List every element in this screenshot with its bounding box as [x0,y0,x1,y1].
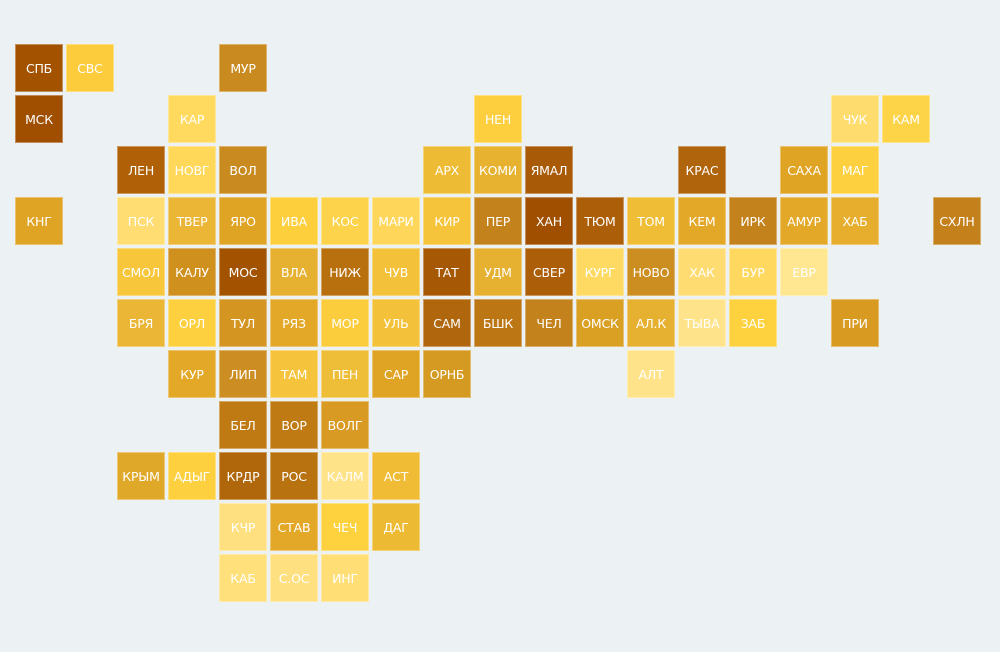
region-tile[interactable]: КРЫМ [117,452,165,500]
russia-tile-map: СПБ СВС МУР МСК КАР НЕН ЧУК КАМ ЛЕН НОВГ ВОЛ АРХ КОМ… [0,0,1000,652]
region-tile[interactable]: КОМИ [474,146,522,194]
region-tile[interactable]: СХЛН [933,197,981,245]
region-tile[interactable]: КНГ [15,197,63,245]
region-tile[interactable]: МОР [321,299,369,347]
region-tile[interactable]: КАЛУ [168,248,216,296]
region-tile[interactable]: МАРИ [372,197,420,245]
region-tile[interactable]: БРЯ [117,299,165,347]
region-tile[interactable]: САМ [423,299,471,347]
region-tile[interactable]: МУР [219,44,267,92]
region-tile[interactable]: ВЛА [270,248,318,296]
region-tile[interactable]: КИР [423,197,471,245]
region-tile[interactable]: АРХ [423,146,471,194]
region-tile[interactable]: ХАБ [831,197,879,245]
region-tile[interactable]: КУР [168,350,216,398]
region-tile[interactable]: ЛЕН [117,146,165,194]
region-tile[interactable]: ОМСК [576,299,624,347]
region-tile[interactable]: ИНГ [321,554,369,602]
region-tile[interactable]: ТОМ [627,197,675,245]
region-tile[interactable]: САХА [780,146,828,194]
region-tile[interactable]: НОВГ [168,146,216,194]
region-tile[interactable]: ЧУК [831,95,879,143]
region-tile[interactable]: ДАГ [372,503,420,551]
region-tile[interactable]: КАР [168,95,216,143]
region-tile[interactable]: ОРНБ [423,350,471,398]
region-tile[interactable]: АДЫГ [168,452,216,500]
region-tile[interactable]: ИРК [729,197,777,245]
region-tile[interactable]: РЯЗ [270,299,318,347]
region-tile[interactable]: ИВА [270,197,318,245]
region-tile[interactable]: СВС [66,44,114,92]
region-tile[interactable]: КЧР [219,503,267,551]
region-tile[interactable]: КАБ [219,554,267,602]
region-tile[interactable]: БШК [474,299,522,347]
region-tile[interactable]: ТАТ [423,248,471,296]
region-tile[interactable]: ВОЛ [219,146,267,194]
region-tile[interactable]: МСК [15,95,63,143]
region-tile[interactable]: С.ОС [270,554,318,602]
region-tile[interactable]: ТЮМ [576,197,624,245]
region-tile[interactable]: ПЕН [321,350,369,398]
region-tile[interactable]: ВОР [270,401,318,449]
region-tile[interactable]: ХАН [525,197,573,245]
region-tile[interactable]: ЛИП [219,350,267,398]
region-tile[interactable]: МОС [219,248,267,296]
region-tile[interactable]: ВОЛГ [321,401,369,449]
region-tile[interactable]: КАЛМ [321,452,369,500]
region-tile[interactable]: НИЖ [321,248,369,296]
region-tile[interactable]: КРДР [219,452,267,500]
region-tile[interactable]: ТАМ [270,350,318,398]
region-tile[interactable]: ЕВР [780,248,828,296]
region-tile[interactable]: СВЕР [525,248,573,296]
region-tile[interactable]: ТВЕР [168,197,216,245]
region-tile[interactable]: ЯМАЛ [525,146,573,194]
region-tile[interactable]: САР [372,350,420,398]
region-tile[interactable]: ОРЛ [168,299,216,347]
region-tile[interactable]: УДМ [474,248,522,296]
region-tile[interactable]: АЛТ [627,350,675,398]
region-tile[interactable]: АЛ.К [627,299,675,347]
region-tile[interactable]: АМУР [780,197,828,245]
region-tile[interactable]: УЛЬ [372,299,420,347]
region-tile[interactable]: СПБ [15,44,63,92]
region-tile[interactable]: ЧУВ [372,248,420,296]
region-tile[interactable]: ЯРО [219,197,267,245]
region-tile[interactable]: ПСК [117,197,165,245]
region-tile[interactable]: КАМ [882,95,930,143]
region-tile[interactable]: БУР [729,248,777,296]
region-tile[interactable]: РОС [270,452,318,500]
region-tile[interactable]: АСТ [372,452,420,500]
region-tile[interactable]: КЕМ [678,197,726,245]
region-tile[interactable]: НОВО [627,248,675,296]
region-tile[interactable]: КОС [321,197,369,245]
region-tile[interactable]: ПЕР [474,197,522,245]
region-tile[interactable]: ТЫВА [678,299,726,347]
region-tile[interactable]: НЕН [474,95,522,143]
region-tile[interactable]: МАГ [831,146,879,194]
region-tile[interactable]: ЗАБ [729,299,777,347]
region-tile[interactable]: КРАС [678,146,726,194]
region-tile[interactable]: СМОЛ [117,248,165,296]
region-tile[interactable]: БЕЛ [219,401,267,449]
region-tile[interactable]: ХАК [678,248,726,296]
region-tile[interactable]: ЧЕЛ [525,299,573,347]
region-tile[interactable]: ТУЛ [219,299,267,347]
region-tile[interactable]: ЧЕЧ [321,503,369,551]
region-tile[interactable]: КУРГ [576,248,624,296]
region-tile[interactable]: ПРИ [831,299,879,347]
region-tile[interactable]: СТАВ [270,503,318,551]
